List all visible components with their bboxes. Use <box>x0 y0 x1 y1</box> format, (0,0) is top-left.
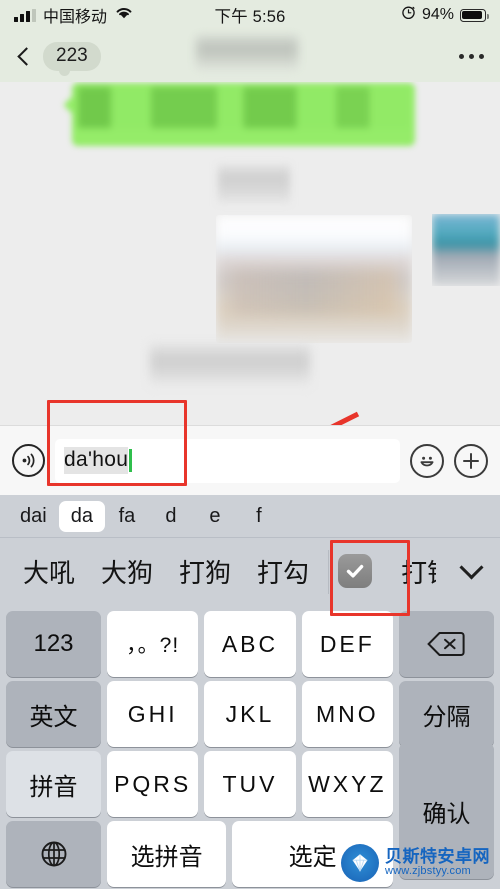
candidate-2[interactable]: 打狗 <box>166 553 244 590</box>
candidate-checkmark-emoji[interactable] <box>338 554 373 588</box>
key-123[interactable]: 123 <box>6 611 101 677</box>
carrier-label: 中国移动 <box>43 9 108 26</box>
key-abc[interactable]: ABC <box>204 611 296 677</box>
candidate-row: 大吼 大狗 打狗 打勾 打钩 <box>0 538 500 604</box>
signal-bars-icon <box>14 8 36 22</box>
candidate-divider-2 <box>409 550 410 594</box>
message-input-bar: da'hou <box>0 425 500 495</box>
status-bar-right: 94% <box>286 5 490 25</box>
chevron-down-icon[interactable] <box>459 554 484 580</box>
keypad-row-2: 英文 GHI JKL MNO 分隔 <box>3 681 497 747</box>
key-wxyz[interactable]: WXYZ <box>301 751 393 817</box>
globe-icon[interactable] <box>6 821 101 887</box>
phone-screen: 中国移动 下午 5:56 94% 223 da'hou dai da fa d … <box>0 0 500 889</box>
more-dots-icon[interactable] <box>459 53 484 59</box>
pinyin-option-4[interactable]: e <box>193 501 237 532</box>
status-bar: 中国移动 下午 5:56 94% <box>0 0 500 30</box>
pinyin-option-1[interactable]: da <box>58 500 105 532</box>
wifi-icon <box>114 5 134 25</box>
chat-image-thumbnail[interactable] <box>432 214 500 286</box>
text-caret <box>129 449 132 472</box>
chat-text-blurred-1 <box>218 165 290 203</box>
alarm-clock-icon <box>401 5 416 25</box>
key-pinyin-mode[interactable]: 拼音 <box>6 751 101 817</box>
unread-count-badge[interactable]: 223 <box>43 41 101 76</box>
key-select-pinyin[interactable]: 选拼音 <box>107 821 227 887</box>
status-bar-clock: 下午 5:56 <box>214 8 286 26</box>
watermark-logo-icon <box>341 844 379 882</box>
voice-wave-icon[interactable] <box>12 444 45 477</box>
chat-bubble-outgoing[interactable] <box>72 83 415 146</box>
key-tuv[interactable]: TUV <box>204 751 296 817</box>
message-input-field[interactable]: da'hou <box>55 438 400 483</box>
keypad-row-1: 123 ，。?! ABC DEF <box>3 611 497 677</box>
candidate-0[interactable]: 大吼 <box>10 553 88 590</box>
key-jkl[interactable]: JKL <box>204 681 296 747</box>
chat-bubble-text-blurred <box>78 87 409 128</box>
chat-message-list[interactable] <box>0 82 500 425</box>
ime-keyboard: dai da fa d e f 大吼 大狗 打狗 打勾 打钩 123 <box>0 495 500 889</box>
chat-thumbnail-content <box>432 214 500 286</box>
candidate-5[interactable]: 打钩 <box>388 553 436 590</box>
battery-percent-label: 94% <box>421 6 455 23</box>
key-mno[interactable]: MNO <box>301 681 393 747</box>
back-button[interactable]: 223 <box>16 41 101 76</box>
chat-image-message[interactable] <box>216 215 412 343</box>
page-title <box>196 36 298 70</box>
pinyin-option-0[interactable]: dai <box>8 501 59 532</box>
backspace-icon[interactable] <box>398 611 494 677</box>
candidate-1[interactable]: 大狗 <box>88 553 166 590</box>
watermark-url: www.zjbstyy.com <box>385 865 471 878</box>
chat-image-blur-overlay <box>231 268 397 315</box>
chevron-left-icon <box>17 46 36 66</box>
candidate-3[interactable]: 打勾 <box>244 553 322 590</box>
candidate-divider-1 <box>328 550 329 594</box>
key-def[interactable]: DEF <box>301 611 393 677</box>
key-ghi[interactable]: GHI <box>107 681 199 747</box>
key-pqrs[interactable]: PQRS <box>107 751 199 817</box>
key-separator[interactable]: 分隔 <box>398 681 494 747</box>
key-punctuation[interactable]: ，。?! <box>107 611 199 677</box>
status-bar-left: 中国移动 <box>14 3 214 27</box>
chat-text-blurred-2 <box>150 344 310 386</box>
plus-circle-icon[interactable] <box>454 443 488 478</box>
pinyin-option-2[interactable]: fa <box>105 501 149 532</box>
pinyin-syllable-row: dai da fa d e f <box>0 495 500 538</box>
watermark-text: 贝斯特安卓网 www.zjbstyy.com <box>385 848 490 877</box>
pinyin-option-5[interactable]: f <box>237 501 281 532</box>
compose-text-value: da'hou <box>64 447 129 474</box>
watermark: 贝斯特安卓网 www.zjbstyy.com <box>335 839 496 887</box>
pinyin-option-3[interactable]: d <box>149 501 193 532</box>
battery-icon <box>460 8 490 22</box>
smiley-icon[interactable] <box>410 443 444 478</box>
watermark-title: 贝斯特安卓网 <box>385 847 490 867</box>
navigation-bar: 223 <box>0 30 500 82</box>
key-english-mode[interactable]: 英文 <box>6 681 101 747</box>
